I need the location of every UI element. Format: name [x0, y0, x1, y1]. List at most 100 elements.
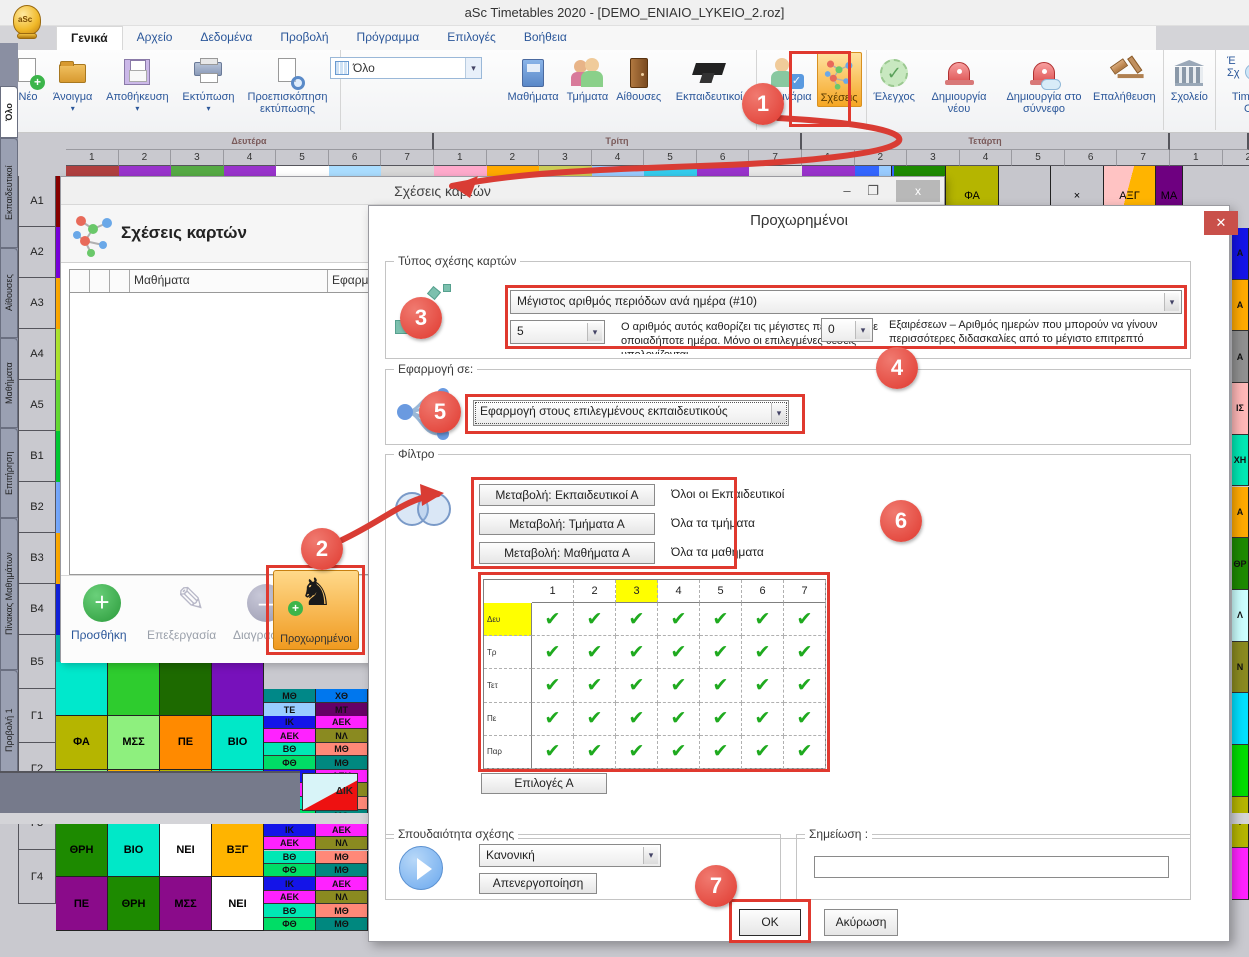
edge-card-empty[interactable]	[1232, 693, 1249, 745]
timetable-card[interactable]	[108, 662, 160, 716]
view-select[interactable]: Όλο ▾	[330, 57, 482, 79]
mini-card-ΝΛ[interactable]: ΝΛ	[316, 837, 368, 850]
period-7[interactable]: 7	[749, 150, 802, 166]
period-4[interactable]: 4	[960, 150, 1013, 166]
timetable-card-ΒΞΓ[interactable]: ΒΞΓ	[212, 824, 264, 878]
row-header-B2[interactable]: B2	[18, 482, 56, 533]
period-6[interactable]: 6	[329, 150, 382, 166]
print-preview-button[interactable]: Προεπισκόπηση εκτύπωσης	[240, 52, 336, 117]
row-header-A5[interactable]: A5	[18, 380, 56, 431]
period-3[interactable]: 3	[907, 150, 960, 166]
menu-tab-5[interactable]: Επιλογές	[433, 26, 510, 50]
period-3[interactable]: 3	[171, 150, 224, 166]
chevron-down-icon[interactable]: ▾	[465, 58, 481, 78]
add-icon[interactable]: +	[83, 584, 121, 622]
mini-card-ΒΘ[interactable]: ΒΘ	[264, 851, 316, 864]
edge-card-ΘΡ[interactable]: ΘΡ	[1232, 538, 1249, 590]
mini-card-ΦΘ[interactable]: ΦΘ	[264, 756, 316, 769]
timetable-card-ΝΕΙ[interactable]: ΝΕΙ	[160, 824, 212, 878]
mini-card-ΜΘ[interactable]: ΜΘ	[316, 756, 368, 769]
edge-card-ΧΗ[interactable]: ΧΗ	[1232, 435, 1249, 487]
row-header-B1[interactable]: B1	[18, 431, 56, 482]
mini-card-ΜΘ[interactable]: ΜΘ	[264, 689, 316, 703]
mini-card-ΙΚ[interactable]: ΙΚ	[264, 716, 316, 729]
row-header-Γ4[interactable]: Γ4	[18, 850, 56, 904]
mini-card-ΙΚ[interactable]: ΙΚ	[264, 877, 316, 890]
save-button[interactable]: Αποθήκευση▾	[97, 52, 177, 115]
period-4[interactable]: 4	[224, 150, 277, 166]
edit-button[interactable]: Επεξεργασία	[147, 628, 216, 642]
note-input[interactable]	[814, 856, 1169, 878]
mini-card-ΑΕΚ[interactable]: ΑΕΚ	[264, 729, 316, 742]
period-6[interactable]: 6	[1065, 150, 1118, 166]
period-2[interactable]: 2	[119, 150, 172, 166]
timetable-card-ΒΙΟ[interactable]: ΒΙΟ	[212, 716, 264, 770]
timetable-card-ΝΕΙ[interactable]: ΝΕΙ	[212, 877, 264, 931]
edge-card-Α[interactable]: Α	[1232, 331, 1249, 383]
mini-card-ΝΛ[interactable]: ΝΛ	[316, 891, 368, 904]
relations-empty-list[interactable]	[69, 293, 419, 575]
period-4[interactable]: 4	[592, 150, 645, 166]
unplaced-card[interactable]: ΔΙΚ	[302, 773, 358, 811]
mini-card-ΜΤ[interactable]: ΜΤ	[316, 703, 368, 717]
period-7[interactable]: 7	[1117, 150, 1170, 166]
period-5[interactable]: 5	[644, 150, 697, 166]
menu-tab-6[interactable]: Βοήθεια	[510, 26, 581, 50]
timetable-card-ΒΙΟ[interactable]: ΒΙΟ	[108, 824, 160, 878]
period-5[interactable]: 5	[1012, 150, 1065, 166]
period-6[interactable]: 6	[697, 150, 750, 166]
mini-card-ΝΛ[interactable]: ΝΛ	[316, 729, 368, 742]
mini-card-ΧΘ[interactable]: ΧΘ	[316, 689, 368, 703]
mini-card-ΜΘ[interactable]: ΜΘ	[316, 851, 368, 864]
edge-card-Α[interactable]: Α	[1232, 228, 1249, 280]
period-1[interactable]: 1	[434, 150, 487, 166]
period-3[interactable]: 3	[539, 150, 592, 166]
add-button[interactable]: Προσθήκη	[71, 628, 127, 642]
edge-card-Α[interactable]: Α	[1232, 487, 1249, 539]
row-header-A2[interactable]: A2	[18, 227, 56, 278]
generate-cloud-button[interactable]: Δημιουργία στο σύννεφο	[1000, 52, 1088, 117]
rooms-button[interactable]: Αίθουσες	[613, 52, 664, 105]
mini-card-ΦΘ[interactable]: ΦΘ	[264, 864, 316, 877]
edge-card-ΙΣ[interactable]: ΙΣ	[1232, 383, 1249, 435]
menu-tab-1[interactable]: Αρχείο	[123, 26, 187, 50]
list-column-2[interactable]	[110, 270, 130, 292]
timetable-card[interactable]	[56, 662, 108, 716]
period-5[interactable]: 5	[276, 150, 329, 166]
subjects-button[interactable]: Μαθήματα	[505, 52, 562, 105]
timetable-card-ΘΡΗ[interactable]: ΘΡΗ	[56, 824, 108, 878]
timetable-card-ΠΕ[interactable]: ΠΕ	[160, 716, 212, 770]
period-2[interactable]: 2	[855, 150, 908, 166]
options-a-button[interactable]: Επιλογές Α	[481, 773, 607, 794]
timetable-card[interactable]	[160, 662, 212, 716]
timetable-card-ΠΕ[interactable]: ΠΕ	[56, 877, 108, 931]
dialog-close-button[interactable]: ✕	[1204, 211, 1238, 235]
mini-card-ΤΕ[interactable]: ΤΕ	[264, 703, 316, 717]
timetable-card-ΜΣΣ[interactable]: ΜΣΣ	[160, 877, 212, 931]
mini-card-ΜΘ[interactable]: ΜΘ	[316, 743, 368, 756]
mini-card-ΜΘ[interactable]: ΜΘ	[316, 904, 368, 917]
mini-card-ΒΘ[interactable]: ΒΘ	[264, 904, 316, 917]
disable-button[interactable]: Απενεργοποίηση	[479, 873, 597, 894]
verify-button[interactable]: Επαλήθευση	[1090, 52, 1159, 105]
row-header-B3[interactable]: B3	[18, 533, 56, 584]
menu-tab-0[interactable]: Γενικά	[56, 26, 123, 50]
timetable-card-ΘΡΗ[interactable]: ΘΡΗ	[108, 877, 160, 931]
edge-card-Λ[interactable]: Λ	[1232, 590, 1249, 642]
classes-button[interactable]: Τμήματα	[564, 52, 612, 105]
mini-card-ΑΕΚ[interactable]: ΑΕΚ	[264, 891, 316, 904]
row-header-Γ1[interactable]: Γ1	[18, 689, 56, 743]
generate-button[interactable]: Δημιουργία νέου	[920, 52, 998, 117]
close-button[interactable]: x	[896, 180, 940, 202]
row-header-B5[interactable]: B5	[18, 635, 56, 689]
ribbon-clipped-button[interactable]: Έ Σχ	[1227, 55, 1249, 115]
importance-select[interactable]: Κανονική ▾	[479, 844, 661, 867]
list-column-1[interactable]	[90, 270, 110, 292]
mini-card-ΑΕΚ[interactable]: ΑΕΚ	[316, 877, 368, 890]
mini-card-ΑΕΚ[interactable]: ΑΕΚ	[316, 716, 368, 729]
mini-card-ΦΘ[interactable]: ΦΘ	[264, 918, 316, 931]
period-1[interactable]: 1	[1170, 150, 1223, 166]
sidebar-tab-Μαθήματα[interactable]: Μαθήματα	[0, 338, 18, 428]
timetable-card[interactable]	[212, 662, 264, 716]
sidebar-tab-Πίνακας Μαθημάτων[interactable]: Πίνακας Μαθημάτων	[0, 518, 18, 670]
